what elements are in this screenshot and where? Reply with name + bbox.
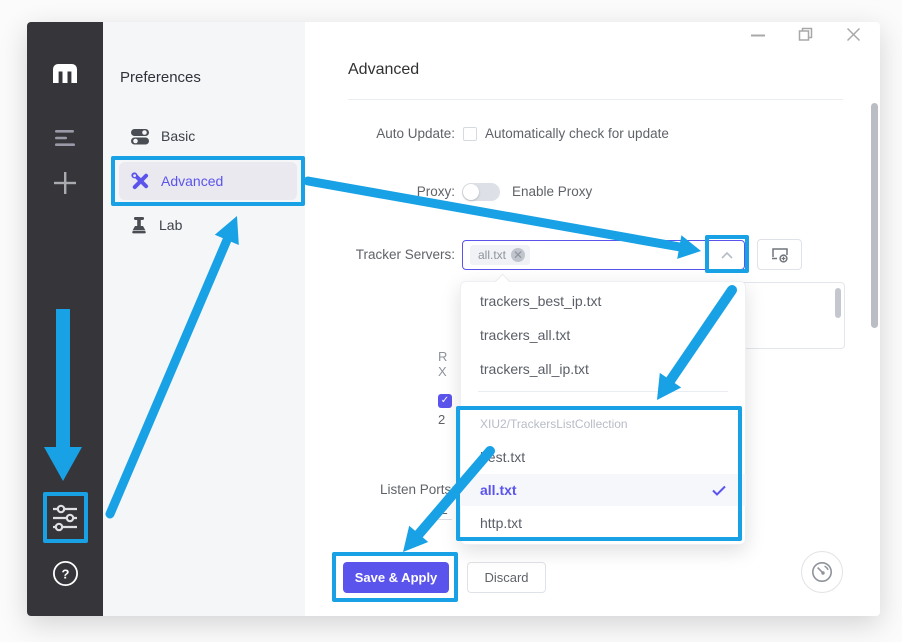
tracker-servers-label: Tracker Servers: xyxy=(305,247,455,262)
tag-label: all.txt xyxy=(478,248,506,262)
hint-fragment-2: X xyxy=(438,364,447,379)
input-edge-fragment xyxy=(438,519,452,520)
update-trackers-checkbox[interactable]: ✓ xyxy=(438,394,452,408)
preferences-title: Preferences xyxy=(120,69,201,86)
svg-text:?: ? xyxy=(61,566,69,581)
dropdown-item[interactable]: trackers_all_ip.txt xyxy=(460,353,746,385)
sidebar-item-label: Advanced xyxy=(161,173,223,189)
dropdown-item-label: trackers_all_ip.txt xyxy=(480,361,589,377)
save-apply-button[interactable]: Save & Apply xyxy=(343,562,449,593)
dropdown-item-label: http.txt xyxy=(480,515,522,531)
text-fragment: E xyxy=(439,502,448,517)
main-scrollbar[interactable] xyxy=(871,103,878,328)
toggle-knob xyxy=(463,184,479,200)
dropdown-item[interactable]: trackers_all.txt xyxy=(460,319,746,351)
dropdown-item-label: trackers_best_ip.txt xyxy=(480,293,601,309)
dropdown-item[interactable]: trackers_best_ip.txt xyxy=(460,285,746,317)
auto-update-label: Auto Update: xyxy=(305,126,455,141)
minimize-button[interactable] xyxy=(749,27,767,43)
preferences-sliders-icon[interactable] xyxy=(27,500,103,536)
gauge-icon xyxy=(809,559,835,585)
sidebar-item-advanced[interactable]: Advanced xyxy=(119,162,297,200)
dropdown-item-selected[interactable]: all.txt xyxy=(460,474,746,506)
dropdown-item-label: best.txt xyxy=(480,449,525,465)
preferences-panel xyxy=(103,22,305,616)
sidebar-item-label: Lab xyxy=(159,217,182,233)
close-icon[interactable] xyxy=(846,27,862,43)
sidebar-item-lab[interactable]: Lab xyxy=(119,206,297,244)
sync-trackers-button[interactable] xyxy=(757,239,802,270)
page-title: Advanced xyxy=(348,61,419,79)
proxy-toggle[interactable] xyxy=(462,183,500,201)
dropdown-item[interactable]: http.txt xyxy=(460,507,746,539)
dropdown-item-label: trackers_all.txt xyxy=(480,327,570,343)
sidebar-item-label: Basic xyxy=(161,128,195,144)
motrix-logo-icon xyxy=(27,58,103,88)
title-divider xyxy=(348,99,843,100)
textarea-scrollbar[interactable] xyxy=(835,288,841,318)
chevron-up-icon[interactable] xyxy=(713,244,741,266)
dropdown-divider xyxy=(478,391,728,392)
proxy-toggle-label: Enable Proxy xyxy=(512,184,592,199)
listen-ports-label: Listen Ports: xyxy=(305,482,455,497)
help-icon[interactable]: ? xyxy=(27,558,103,588)
maximize-button[interactable] xyxy=(798,27,814,43)
dropdown-item-label: all.txt xyxy=(480,482,517,498)
check-icon xyxy=(712,485,726,496)
toggles-icon xyxy=(131,128,149,145)
tag-remove-icon[interactable]: ✕ xyxy=(511,248,525,262)
task-list-icon[interactable] xyxy=(27,124,103,152)
sidebar-item-basic[interactable]: Basic xyxy=(119,117,297,155)
auto-update-checkbox-label: Automatically check for update xyxy=(485,126,669,141)
tracker-servers-select[interactable]: all.txt ✕ xyxy=(462,240,745,270)
auto-update-checkbox[interactable] xyxy=(463,127,477,141)
dropdown-item[interactable]: best.txt xyxy=(460,441,746,473)
selected-tag: all.txt ✕ xyxy=(470,245,530,265)
dropdown-group-label: XIU2/TrackersListCollection xyxy=(460,409,746,439)
hint-fragment-1: R xyxy=(438,349,447,364)
discard-button[interactable]: Discard xyxy=(467,562,546,593)
add-task-icon[interactable] xyxy=(27,168,103,198)
text-fragment: 2 xyxy=(438,412,445,427)
speed-limit-button[interactable] xyxy=(801,551,843,593)
tools-icon xyxy=(131,172,149,190)
lab-icon xyxy=(131,217,147,234)
proxy-label: Proxy: xyxy=(305,184,455,199)
